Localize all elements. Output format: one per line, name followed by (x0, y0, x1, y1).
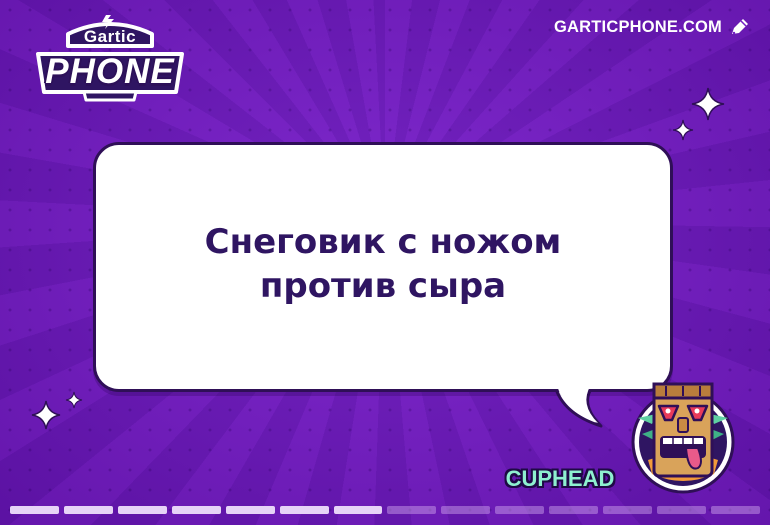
sparkle-icon (30, 399, 62, 431)
progress-segment (225, 506, 275, 514)
progress-segment (117, 506, 167, 514)
progress-segment (63, 506, 113, 514)
player-name: CUPHEAD (505, 466, 615, 491)
sparkle-icon (672, 119, 694, 141)
logo-main-word: PHONE (45, 52, 175, 91)
progress-segment (171, 506, 221, 514)
progress-segment (279, 506, 329, 514)
progress-segment (441, 506, 491, 514)
progress-segment (657, 506, 706, 514)
site-link[interactable]: GARTICPHONE.COM (554, 14, 750, 40)
speech-bubble: Снеговик с ножом против сыра (93, 142, 677, 432)
progress-segment (549, 506, 599, 514)
progress-segment (10, 506, 59, 514)
sparkle-icon (690, 86, 726, 122)
speech-bubble-body: Снеговик с ножом против сыра (93, 142, 673, 392)
progress-segment (710, 506, 760, 514)
progress-segment (495, 506, 545, 514)
progress-segment (387, 506, 437, 514)
player-avatar (628, 378, 738, 496)
prompt-text: Снеговик с ножом против сыра (204, 222, 562, 306)
sparkle-icon (65, 391, 83, 409)
gartic-phone-logo: Gartic PHONE (30, 8, 190, 104)
pencil-cursor-icon (730, 17, 750, 37)
round-progress-bar (10, 506, 760, 516)
progress-segment (603, 506, 653, 514)
logo-top-word: Gartic (83, 27, 137, 46)
progress-segment (333, 506, 383, 514)
site-link-label: GARTICPHONE.COM (554, 17, 722, 36)
